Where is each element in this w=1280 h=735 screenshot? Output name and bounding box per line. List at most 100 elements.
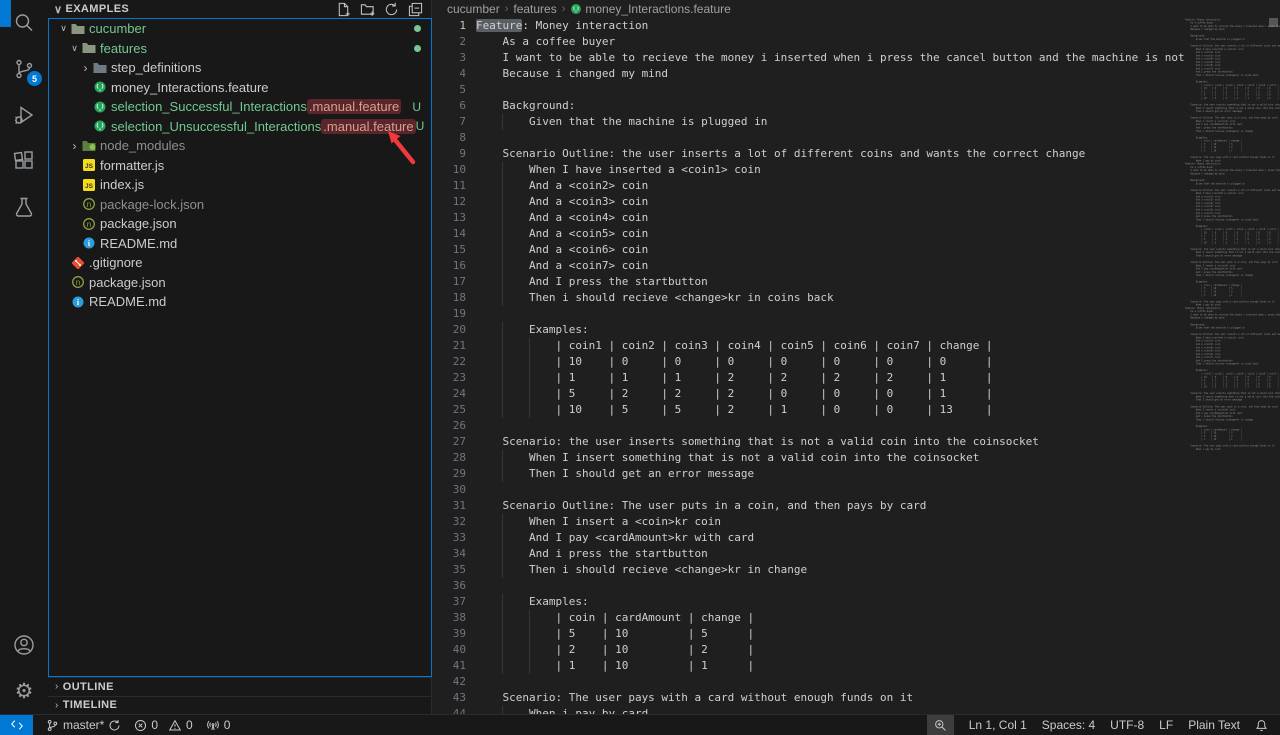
folder-icon bbox=[81, 40, 97, 56]
tree-folder-cucumber[interactable]: ∨cucumber bbox=[49, 19, 431, 39]
remote-indicator[interactable] bbox=[0, 715, 33, 735]
code-line[interactable]: 38 | coin | cardAmount | change | bbox=[433, 610, 1185, 626]
indentation-setting[interactable]: Spaces: 4 bbox=[1042, 718, 1095, 732]
code-line[interactable]: 30 bbox=[433, 482, 1185, 498]
code-line[interactable]: 12 And a <coin3> coin bbox=[433, 194, 1185, 210]
tree-folder-node_modules[interactable]: ›node_modules bbox=[49, 136, 431, 156]
code-line[interactable]: 42 bbox=[433, 674, 1185, 690]
code-line[interactable]: 8 bbox=[433, 130, 1185, 146]
breadcrumb-file[interactable]: money_Interactions.feature bbox=[585, 2, 730, 16]
git-branch-status[interactable]: master* bbox=[46, 718, 121, 732]
settings-gear-icon[interactable]: ⚙ bbox=[0, 668, 48, 714]
code-line[interactable]: 27 Scenario: the user inserts something … bbox=[433, 434, 1185, 450]
tree-file-package-lock.json[interactable]: npackage-lock.json bbox=[49, 195, 431, 215]
code-line[interactable]: 9 Scenario Outline: the user inserts a l… bbox=[433, 146, 1185, 162]
new-folder-icon[interactable] bbox=[360, 2, 375, 17]
code-line[interactable]: 43 Scenario: The user pays with a card w… bbox=[433, 690, 1185, 706]
language-mode[interactable]: Plain Text bbox=[1188, 718, 1240, 732]
code-line[interactable]: 18 Then i should recieve <change>kr in c… bbox=[433, 290, 1185, 306]
npm-icon: n bbox=[70, 274, 86, 290]
sync-icon[interactable] bbox=[108, 719, 121, 732]
code-line[interactable]: 5 bbox=[433, 82, 1185, 98]
code-line[interactable]: 32 When I insert a <coin>kr coin bbox=[433, 514, 1185, 530]
code-line[interactable]: 36 bbox=[433, 578, 1185, 594]
breadcrumb-folder[interactable]: features bbox=[513, 2, 556, 16]
tree-file-selection_Successful_Interactions[interactable]: selection_Successful_Interactions.manual… bbox=[49, 97, 431, 117]
code-line[interactable]: 35 Then i should recieve <change>kr in c… bbox=[433, 562, 1185, 578]
code-line[interactable]: 14 And a <coin5> coin bbox=[433, 226, 1185, 242]
tree-file-formatter.js[interactable]: JSformatter.js bbox=[49, 156, 431, 176]
tree-folder-features[interactable]: ∨features bbox=[49, 39, 431, 59]
code-area[interactable]: 1Feature: Money interaction2 As a coffee… bbox=[433, 18, 1185, 714]
code-line[interactable]: 3 I want to be able to recieve the money… bbox=[433, 50, 1185, 66]
code-line[interactable]: 2 As a coffee buyer bbox=[433, 34, 1185, 50]
zoom-indicator[interactable] bbox=[927, 715, 954, 735]
tree-file-.gitignore[interactable]: .gitignore bbox=[49, 253, 431, 273]
tree-file-package.json[interactable]: npackage.json bbox=[49, 273, 431, 293]
code-line[interactable]: 25 | 10 | 5 | 5 | 2 | 1 | 0 | 0 | 13 | bbox=[433, 402, 1185, 418]
code-line[interactable]: 15 And a <coin6> coin bbox=[433, 242, 1185, 258]
tree-item-label: features bbox=[100, 41, 147, 56]
code-line[interactable]: 19 bbox=[433, 306, 1185, 322]
collapse-all-icon[interactable] bbox=[408, 2, 423, 17]
code-line[interactable]: 11 And a <coin2> coin bbox=[433, 178, 1185, 194]
code-line[interactable]: 23 | 1 | 1 | 1 | 2 | 2 | 2 | 2 | 1 | bbox=[433, 370, 1185, 386]
code-line[interactable]: 24 | 5 | 2 | 2 | 2 | 0 | 0 | 0 | 1 | bbox=[433, 386, 1185, 402]
run-and-debug-icon[interactable] bbox=[0, 92, 48, 138]
code-line[interactable]: 41 | 1 | 10 | 1 | bbox=[433, 658, 1185, 674]
code-line[interactable]: 6 Background: bbox=[433, 98, 1185, 114]
tree-file-package.json[interactable]: npackage.json bbox=[49, 214, 431, 234]
accounts-icon[interactable] bbox=[0, 622, 48, 668]
code-line[interactable]: 39 | 5 | 10 | 5 | bbox=[433, 626, 1185, 642]
notifications-bell[interactable] bbox=[1255, 719, 1268, 732]
code-line[interactable]: 10 When I have inserted a <coin1> coin bbox=[433, 162, 1185, 178]
code-line[interactable]: 26 bbox=[433, 418, 1185, 434]
folder-icon bbox=[70, 21, 86, 37]
ports-status[interactable]: 0 bbox=[206, 718, 231, 732]
code-line[interactable]: 44 When i pay by card bbox=[433, 706, 1185, 714]
outline-panel-header[interactable]: › OUTLINE bbox=[48, 677, 432, 696]
code-line[interactable]: 16 And a <coin7> coin bbox=[433, 258, 1185, 274]
code-line[interactable]: 22 | 10 | 0 | 0 | 0 | 0 | 0 | 0 | 0 | bbox=[433, 354, 1185, 370]
tree-folder-step_definitions[interactable]: ›step_definitions bbox=[49, 58, 431, 78]
code-line[interactable]: 40 | 2 | 10 | 2 | bbox=[433, 642, 1185, 658]
code-line[interactable]: 17 And I press the startbutton bbox=[433, 274, 1185, 290]
breadcrumb-folder[interactable]: cucumber bbox=[447, 2, 500, 16]
code-line[interactable]: 37 Examples: bbox=[433, 594, 1185, 610]
refresh-icon[interactable] bbox=[384, 2, 399, 17]
tree-file-money_Interactions.feature[interactable]: money_Interactions.feature bbox=[49, 78, 431, 98]
tree-item-label: package.json bbox=[89, 275, 166, 290]
code-line[interactable]: 34 And i press the startbutton bbox=[433, 546, 1185, 562]
testing-icon[interactable] bbox=[0, 184, 48, 230]
source-control-icon[interactable]: 5 bbox=[0, 46, 48, 92]
code-line[interactable]: 7 Given that the machine is plugged in bbox=[433, 114, 1185, 130]
timeline-panel-header[interactable]: › TIMELINE bbox=[48, 696, 432, 715]
tree-file-selection_Unsuccessful_Interactions[interactable]: selection_Unsuccessful_Interactions.manu… bbox=[49, 117, 431, 137]
code-line[interactable]: 13 And a <coin4> coin bbox=[433, 210, 1185, 226]
code-line[interactable]: 1Feature: Money interaction bbox=[433, 18, 1185, 34]
cursor-position[interactable]: Ln 1, Col 1 bbox=[969, 718, 1027, 732]
code-line[interactable]: 28 When I insert something that is not a… bbox=[433, 450, 1185, 466]
minimap[interactable]: Feature: Money interaction As a coffee b… bbox=[1185, 18, 1280, 714]
code-line[interactable]: 29 Then I should get an error message bbox=[433, 466, 1185, 482]
radio-tower-icon bbox=[206, 719, 220, 732]
line-number: 35 bbox=[433, 562, 466, 578]
problems-status[interactable]: 0 0 bbox=[134, 718, 192, 732]
line-text: Feature: Money interaction bbox=[466, 18, 648, 34]
new-file-icon[interactable] bbox=[336, 2, 351, 17]
line-text: | 1 | 10 | 1 | bbox=[466, 658, 754, 674]
tree-file-index.js[interactable]: JSindex.js bbox=[49, 175, 431, 195]
code-line[interactable]: 33 And I pay <cardAmount>kr with card bbox=[433, 530, 1185, 546]
line-text: And a <coin7> coin bbox=[466, 258, 648, 274]
code-line[interactable]: 21 | coin1 | coin2 | coin3 | coin4 | coi… bbox=[433, 338, 1185, 354]
tree-file-README.md[interactable]: iREADME.md bbox=[49, 292, 431, 312]
code-line[interactable]: 31 Scenario Outline: The user puts in a … bbox=[433, 498, 1185, 514]
eol-setting[interactable]: LF bbox=[1159, 718, 1173, 732]
extensions-icon[interactable] bbox=[0, 138, 48, 184]
code-line[interactable]: 20 Examples: bbox=[433, 322, 1185, 338]
code-line[interactable]: 4 Because i changed my mind bbox=[433, 66, 1185, 82]
tree-file-README.md[interactable]: iREADME.md bbox=[49, 234, 431, 254]
explorer-section-header[interactable]: ∨ EXAMPLES bbox=[48, 0, 431, 18]
encoding-setting[interactable]: UTF-8 bbox=[1110, 718, 1144, 732]
line-text: | coin | cardAmount | change | bbox=[466, 610, 754, 626]
